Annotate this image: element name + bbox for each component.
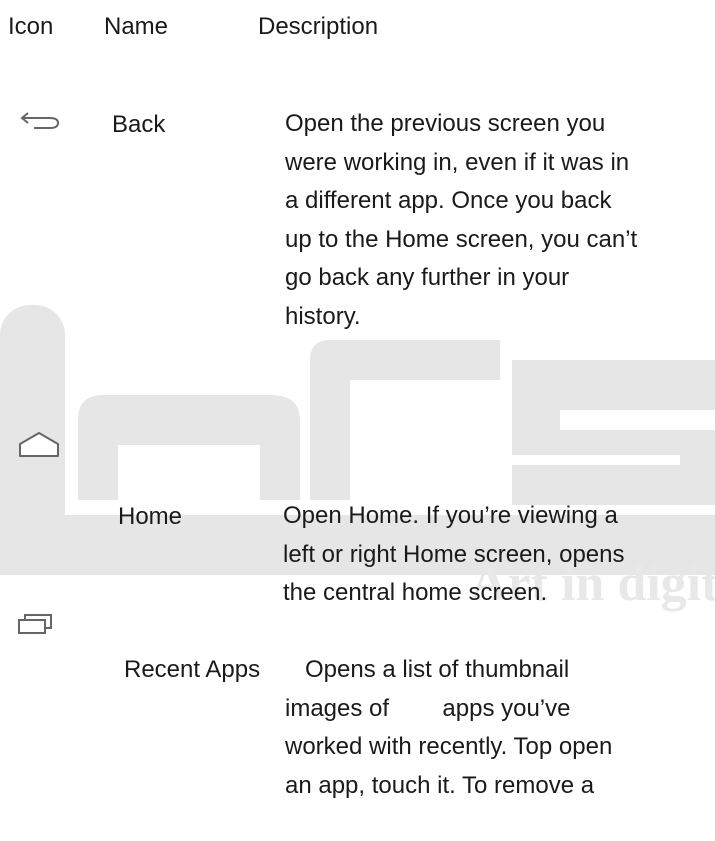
back-arrow-icon [20, 112, 60, 129]
column-header-description: Description [258, 13, 379, 40]
home-icon [19, 432, 59, 457]
column-header-icon: Icon [8, 13, 54, 40]
column-header-name: Name [104, 13, 169, 40]
recent-apps-icon [18, 614, 52, 634]
row-name-home: Home [118, 503, 183, 530]
row-description-home: Open Home. If you’re viewing a left or r… [283, 502, 625, 606]
row-description-back: Open the previous screen you were workin… [285, 110, 638, 330]
row-description-recent-apps: Opens a list of thumbnail images of apps… [285, 656, 613, 799]
row-name-back: Back [112, 111, 166, 138]
row-name-recent-apps: Recent Apps [124, 656, 261, 683]
